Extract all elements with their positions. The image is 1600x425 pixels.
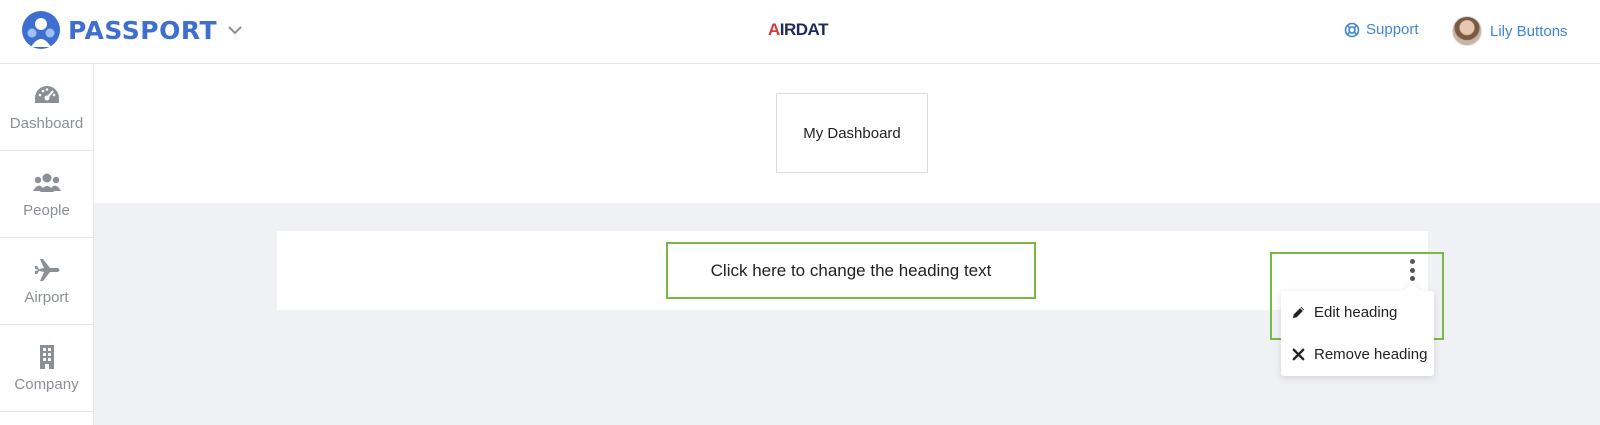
sidebar-item-airport[interactable]: Airport: [0, 238, 93, 325]
sidebar-item-label: Company: [14, 375, 79, 393]
sidebar-item-dashboard[interactable]: Dashboard: [0, 64, 93, 151]
avatar: [1452, 16, 1482, 46]
sidebar-item-people[interactable]: People: [0, 151, 93, 238]
top-bar: PASSPORT AIRDAT Support Lily Buttons: [0, 0, 1600, 64]
user-menu[interactable]: Lily Buttons: [1452, 16, 1568, 46]
close-icon: [1292, 348, 1305, 360]
edit-heading-menu-item[interactable]: Edit heading: [1281, 291, 1434, 333]
remove-heading-menu-item[interactable]: Remove heading: [1281, 333, 1434, 375]
heading-text-editable[interactable]: Click here to change the heading text: [666, 242, 1036, 299]
sidebar-item-company[interactable]: Company: [0, 325, 93, 412]
support-link[interactable]: Support: [1344, 21, 1419, 38]
airdat-logo: AIRDAT: [768, 20, 828, 39]
dashboard-gauge-icon: [34, 85, 59, 103]
sidebar: Dashboard People Airport Company: [0, 64, 94, 425]
chevron-down-icon[interactable]: [227, 22, 243, 38]
edit-heading-label: Edit heading: [1314, 303, 1398, 321]
building-icon: [39, 344, 54, 369]
sidebar-item-label: People: [23, 201, 70, 219]
brand-name: PASSPORT: [68, 15, 218, 45]
heading-options-menu: Edit heading Remove heading: [1281, 291, 1434, 376]
sidebar-item-label: Dashboard: [9, 114, 84, 132]
more-options-icon[interactable]: [1406, 259, 1418, 281]
user-name: Lily Buttons: [1490, 22, 1568, 40]
dashboard-title-button[interactable]: My Dashboard: [776, 93, 928, 173]
sidebar-item-label: Airport: [24, 288, 69, 306]
passport-logo-icon: [22, 11, 60, 49]
brand-switcher[interactable]: PASSPORT: [22, 11, 243, 49]
airplane-icon: [34, 258, 59, 281]
people-icon: [32, 173, 61, 192]
pencil-icon: [1292, 306, 1305, 318]
remove-heading-label: Remove heading: [1314, 345, 1428, 363]
lifebuoy-icon: [1344, 22, 1360, 37]
support-label: Support: [1366, 21, 1419, 38]
